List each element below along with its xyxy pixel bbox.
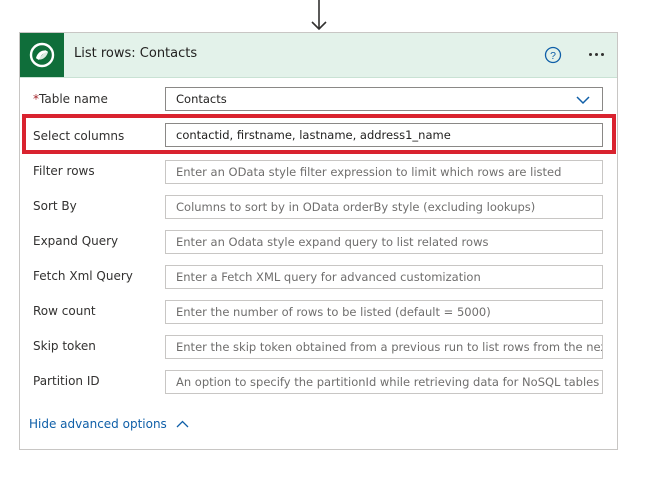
field-label-filter-rows: Filter rows bbox=[33, 164, 95, 178]
dataverse-logo-icon bbox=[20, 33, 64, 77]
field-label-fetch-xml-query: Fetch Xml Query bbox=[33, 269, 133, 283]
svg-text:?: ? bbox=[550, 50, 556, 62]
more-options-icon[interactable] bbox=[582, 41, 610, 67]
action-card: List rows: Contacts ? *Table name Contac… bbox=[19, 32, 618, 450]
partition-id-input[interactable]: An option to specify the partitionId whi… bbox=[165, 370, 603, 394]
field-label-skip-token: Skip token bbox=[33, 339, 96, 353]
filter-rows-input[interactable]: Enter an OData style filter expression t… bbox=[165, 160, 603, 184]
connector-arrow-icon bbox=[311, 0, 327, 31]
table-name-value: Contacts bbox=[176, 92, 227, 106]
hide-advanced-options-link[interactable]: Hide advanced options bbox=[29, 417, 189, 431]
field-label-row-count: Row count bbox=[33, 304, 96, 318]
help-circle-icon[interactable]: ? bbox=[544, 46, 562, 64]
card-header[interactable]: List rows: Contacts ? bbox=[20, 33, 617, 78]
fetch-xml-query-input[interactable]: Enter a Fetch XML query for advanced cus… bbox=[165, 265, 603, 289]
hide-advanced-options-label: Hide advanced options bbox=[29, 417, 167, 431]
row-count-input[interactable]: Enter the number of rows to be listed (d… bbox=[165, 300, 603, 324]
sort-by-input[interactable]: Columns to sort by in OData orderBy styl… bbox=[165, 195, 603, 219]
chevron-down-icon bbox=[576, 96, 590, 105]
skip-token-input[interactable]: Enter the skip token obtained from a pre… bbox=[165, 335, 603, 359]
field-label-partition-id: Partition ID bbox=[33, 374, 100, 388]
expand-query-input[interactable]: Enter an Odata style expand query to lis… bbox=[165, 230, 603, 254]
field-label-sort-by: Sort By bbox=[33, 199, 77, 213]
chevron-up-icon bbox=[176, 420, 189, 428]
field-label-expand-query: Expand Query bbox=[33, 234, 119, 248]
field-label-table-name: *Table name bbox=[33, 92, 108, 106]
table-name-select[interactable]: Contacts bbox=[165, 87, 603, 111]
select-columns-highlight bbox=[22, 114, 616, 154]
card-title: List rows: Contacts bbox=[74, 46, 198, 61]
